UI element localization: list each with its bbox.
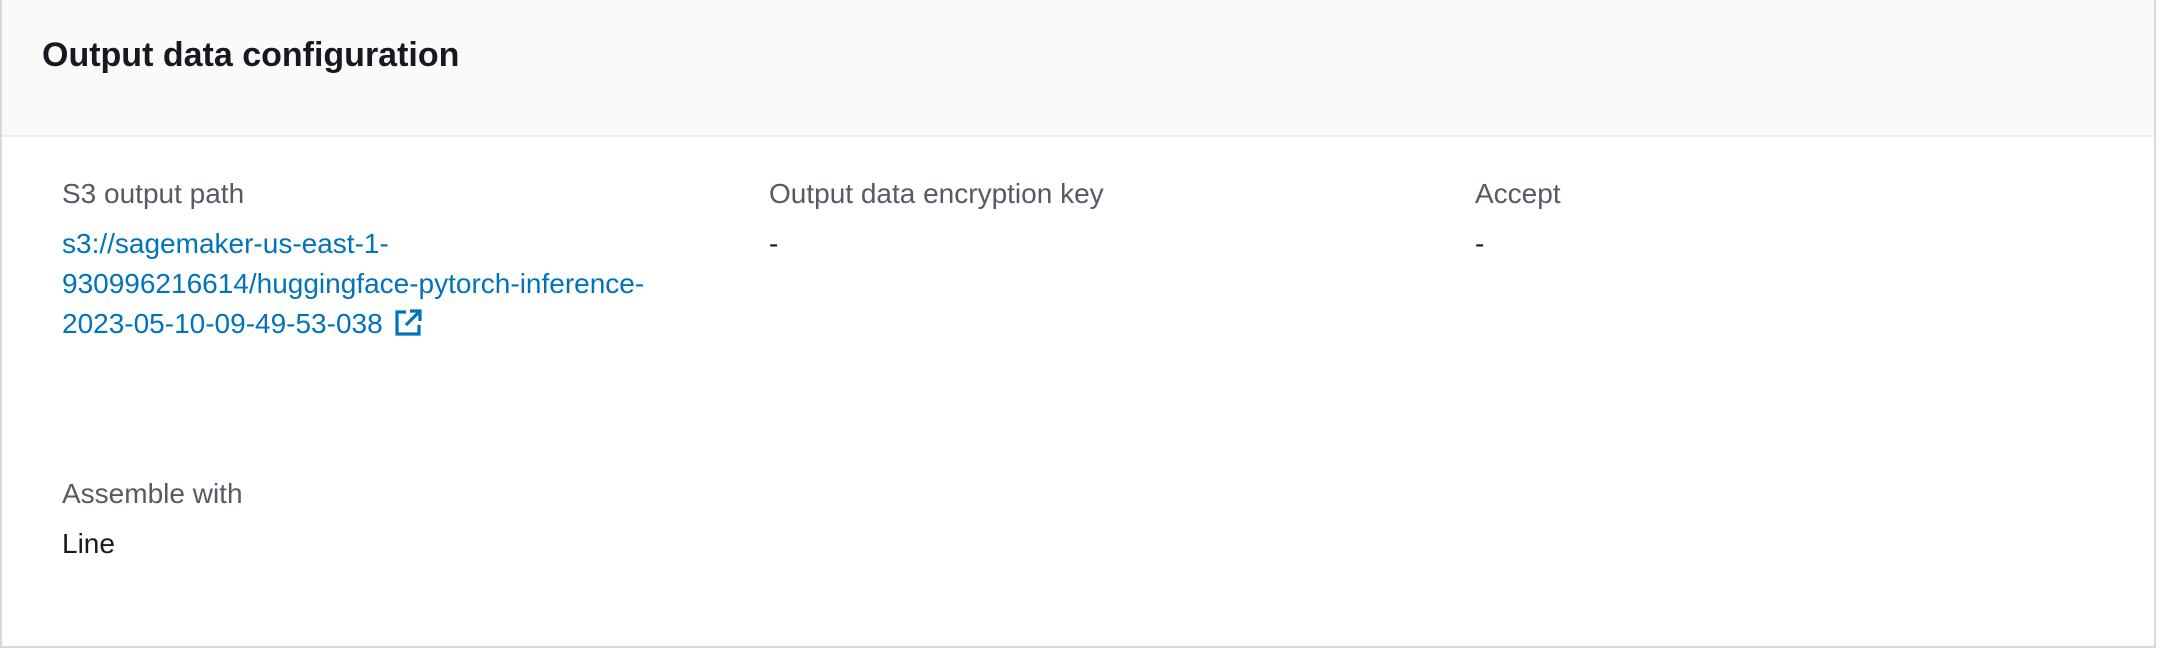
encryption-key-field: Output data encryption key - [769,174,1429,264]
encryption-key-label: Output data encryption key [769,178,1104,209]
encryption-key-value: - [769,228,779,259]
s3-output-path-field: S3 output path s3://sagemaker-us-east-1-… [62,174,722,349]
s3-output-path-link-line3: 2023-05-10-09-49-53-038 [62,308,383,339]
accept-value: - [1475,228,1485,259]
external-link-icon[interactable] [393,308,423,349]
panel-title: Output data configuration [42,36,460,74]
assemble-with-value: Line [62,528,115,559]
output-data-configuration-panel: Output data configuration S3 output path… [0,0,2156,648]
s3-output-path-link-line3-wrap: 2023-05-10-09-49-53-038 [62,304,722,349]
panel-header: Output data configuration [2,0,2154,137]
s3-output-path-link-line2: 930996216614/huggingface-pytorch-inferen… [62,268,645,299]
assemble-with-label: Assemble with [62,478,243,509]
accept-field: Accept - [1475,174,2135,264]
s3-output-path-link[interactable]: s3://sagemaker-us-east-1- 930996216614/h… [62,224,722,349]
s3-output-path-value: s3://sagemaker-us-east-1- 930996216614/h… [62,224,722,349]
s3-output-path-label: S3 output path [62,178,245,209]
accept-label: Accept [1475,178,1561,209]
assemble-with-field: Assemble with Line [62,474,722,564]
s3-output-path-link-line1: s3://sagemaker-us-east-1- [62,228,389,259]
